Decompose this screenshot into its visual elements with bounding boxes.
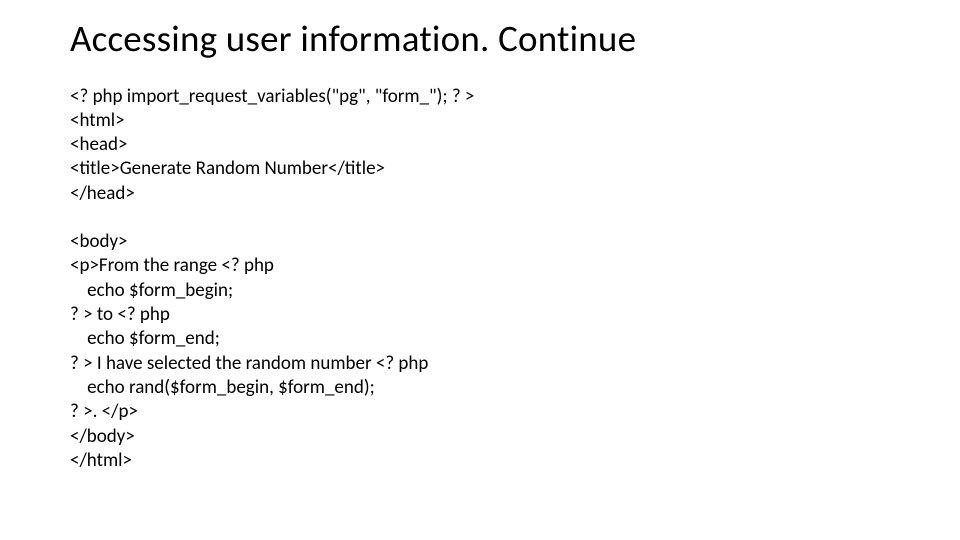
slide-title: Accessing user information. Continue <box>70 18 890 61</box>
code-block-2: <body> <p>From the range <? php echo $fo… <box>70 230 890 473</box>
code-block-1: <? php import_request_variables("pg", "f… <box>70 85 890 207</box>
blank-line <box>70 206 890 230</box>
slide-content: Accessing user information. Continue <? … <box>0 0 960 473</box>
